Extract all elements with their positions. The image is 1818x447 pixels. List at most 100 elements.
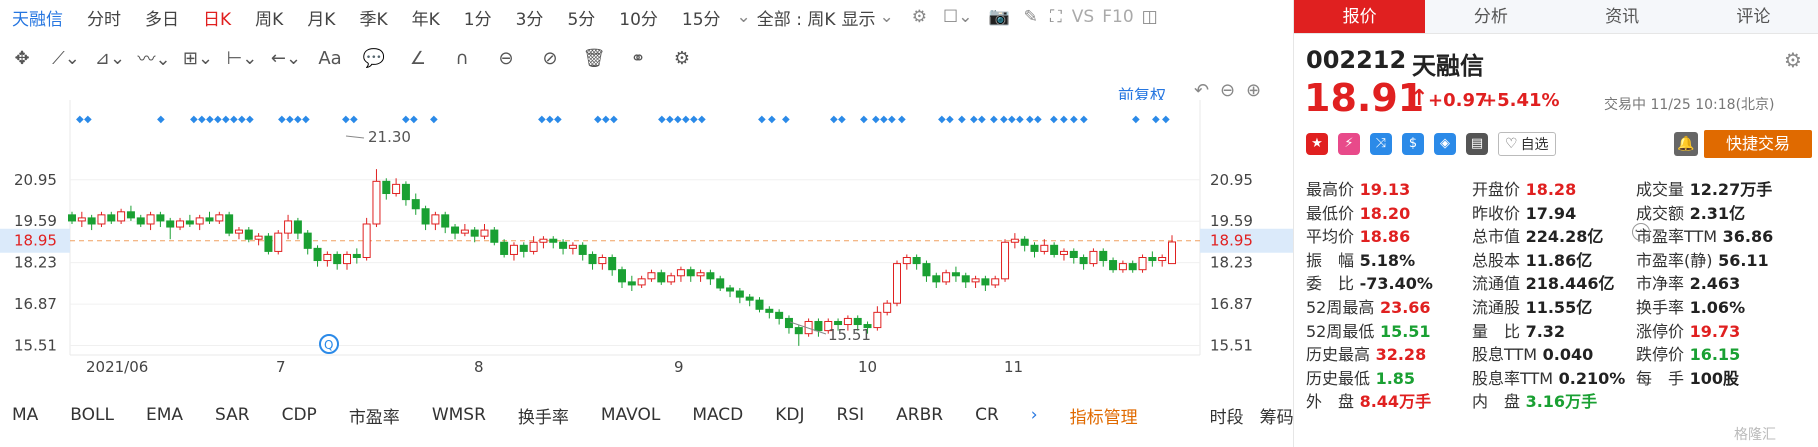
tab-5fen[interactable]: 5分 — [567, 5, 595, 30]
watermark-logo: 格隆汇 — [1734, 427, 1776, 443]
settings-icon[interactable]: ⚙ — [912, 7, 927, 27]
candle-body — [1040, 244, 1049, 252]
y-tick-left: 15.51 — [14, 337, 57, 355]
indicator-turnover[interactable]: 换手率 — [518, 403, 569, 428]
tab-quote[interactable]: 报价 — [1294, 0, 1426, 33]
fullscreen-icon[interactable]: ⛶ — [1050, 7, 1062, 27]
tag-icon[interactable]: ◈ — [1434, 133, 1456, 155]
margin-icon[interactable]: ⚡ — [1338, 133, 1360, 155]
undo-icon[interactable]: ↶ — [1194, 80, 1209, 101]
stat-label: 平均价 — [1306, 227, 1355, 247]
indicator-kdj[interactable]: KDJ — [775, 405, 804, 425]
candle-body — [1079, 257, 1088, 265]
indicator-sar[interactable]: SAR — [215, 405, 250, 425]
indicator-cdp[interactable]: CDP — [282, 405, 317, 425]
indicator-mavol[interactable]: MAVOL — [601, 405, 660, 425]
stock-name[interactable]: 天融信 — [12, 5, 63, 30]
candle-body — [1020, 238, 1029, 246]
zoom-out-icon[interactable]: ⊖ — [1220, 80, 1235, 101]
quick-trade-button[interactable]: 快捷交易 — [1704, 130, 1812, 158]
tab-zhouk[interactable]: 周K — [255, 5, 283, 30]
vs-button[interactable]: VS — [1072, 7, 1094, 27]
candle-body — [176, 220, 185, 228]
indicator-pe[interactable]: 市盈率 — [349, 403, 400, 428]
eye-icon[interactable]: ⊖ — [484, 43, 528, 73]
dollar-icon[interactable]: $ — [1402, 133, 1424, 155]
tab-duori[interactable]: 多日 — [145, 5, 179, 30]
camera-icon[interactable]: 📷 — [988, 7, 1009, 27]
angle-tool-icon[interactable]: ∠ — [396, 43, 440, 73]
chevron-down-icon[interactable]: ⌄ — [737, 7, 751, 27]
f10-button[interactable]: F10 — [1102, 7, 1133, 27]
comment-tool-icon[interactable]: 💬 — [352, 43, 396, 73]
wave-tool-icon[interactable]: 〰⌄ — [132, 43, 176, 73]
more-icon[interactable]: ⋯ — [1632, 223, 1650, 241]
watchlist-button[interactable]: ♡ 自选 — [1498, 132, 1556, 156]
trash-icon[interactable]: 🗑 — [572, 43, 616, 73]
arrow-up-icon: ↑ — [1410, 86, 1429, 111]
chips-button[interactable]: 筹码 — [1260, 403, 1294, 428]
range-select[interactable]: 全部 : 周K — [757, 5, 836, 30]
arrow-tool-icon[interactable]: ←⌄ — [264, 43, 308, 73]
indicator-wmsr[interactable]: WMSR — [432, 405, 486, 425]
candle-body — [529, 241, 538, 252]
tab-yuek[interactable]: 月K — [307, 5, 335, 30]
settings-icon[interactable]: ⚙ — [1784, 48, 1802, 72]
indicator-rsi[interactable]: RSI — [837, 405, 865, 425]
display-select[interactable]: 显示 — [841, 5, 875, 30]
book-icon[interactable]: ▤ — [1466, 133, 1488, 155]
tab-niank[interactable]: 年K — [412, 5, 440, 30]
tab-analysis[interactable]: 分析 — [1425, 0, 1556, 33]
event-marker: ◆ — [246, 114, 254, 125]
indicator-arbr[interactable]: ARBR — [896, 405, 943, 425]
line-tool-icon[interactable]: ⟋⌄ — [44, 43, 88, 73]
chevron-down-icon[interactable]: ⌄ — [879, 7, 893, 27]
tab-comments[interactable]: 评论 — [1688, 0, 1818, 33]
period-button[interactable]: 时段 — [1210, 403, 1244, 428]
stat-value: 11.86亿 — [1520, 250, 1593, 270]
candle-body — [657, 272, 666, 283]
stat-label: 外 盘 — [1306, 392, 1355, 412]
move-icon[interactable]: ✥ — [0, 43, 44, 73]
stat-label: 成交额 — [1636, 203, 1685, 223]
sidebar-toggle-icon[interactable]: ◫ — [1142, 7, 1158, 27]
event-marker: ◆ — [782, 114, 790, 125]
y-tick-left: 18.23 — [14, 254, 57, 272]
exchange-icon[interactable]: ⤨ — [1370, 133, 1392, 155]
pencil-icon[interactable]: ✎ — [1024, 7, 1038, 27]
y-tick-right: 19.59 — [1210, 212, 1253, 230]
chevron-right-icon[interactable]: › — [1031, 405, 1038, 425]
indicator-macd[interactable]: MACD — [692, 405, 743, 425]
magnet-icon[interactable]: ∩ — [440, 43, 484, 73]
candle-body — [500, 241, 509, 255]
candle-body — [686, 269, 695, 277]
link-icon[interactable]: ⚭ — [616, 43, 660, 73]
tab-rik[interactable]: 日K — [203, 5, 231, 30]
tab-10fen[interactable]: 10分 — [619, 5, 658, 30]
measure-tool-icon[interactable]: ⊢⌄ — [220, 43, 264, 73]
tab-1fen[interactable]: 1分 — [464, 5, 492, 30]
hide-icon[interactable]: ⊘ — [528, 43, 572, 73]
tab-15fen[interactable]: 15分 — [682, 5, 721, 30]
checkbox-icon[interactable]: ☐⌄ — [943, 7, 972, 27]
indicator-manage-button[interactable]: 指标管理 — [1070, 403, 1138, 428]
bell-icon[interactable]: 🔔 — [1674, 132, 1698, 156]
tab-fenshi[interactable]: 分时 — [87, 5, 121, 30]
polyline-tool-icon[interactable]: ⊿⌄ — [88, 43, 132, 73]
indicator-ma[interactable]: MA — [12, 405, 38, 425]
indicator-cr[interactable]: CR — [975, 405, 999, 425]
candlestick-chart[interactable]: 20.95 20.95 19.59 19.59 18.95 18.95 18.23 18.23… — [0, 100, 1293, 395]
candle-body — [274, 232, 283, 252]
tab-news[interactable]: 资讯 — [1557, 0, 1688, 33]
candle-body — [234, 229, 243, 234]
settings-icon[interactable]: ⚙ — [660, 43, 704, 73]
candle-body — [716, 278, 725, 289]
candle-body — [362, 223, 371, 258]
fib-tool-icon[interactable]: ⊞⌄ — [176, 43, 220, 73]
indicator-ema[interactable]: EMA — [146, 405, 183, 425]
tab-3fen[interactable]: 3分 — [516, 5, 544, 30]
tab-jik[interactable]: 季K — [359, 5, 387, 30]
text-tool-icon[interactable]: Aa — [308, 43, 352, 73]
zoom-in-icon[interactable]: ⊕ — [1246, 80, 1261, 101]
indicator-boll[interactable]: BOLL — [70, 405, 114, 425]
